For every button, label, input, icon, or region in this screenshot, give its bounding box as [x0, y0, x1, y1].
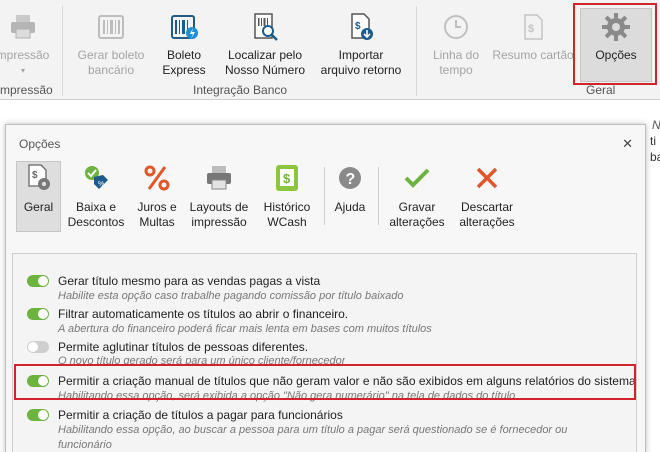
- card-summary-icon: $: [516, 10, 550, 44]
- option-label: Permitir a criação de títulos a pagar pa…: [58, 408, 343, 422]
- barcode-icon: [94, 10, 128, 44]
- option-label: Filtrar automaticamente os títulos ao ab…: [58, 307, 349, 321]
- tab-historico-label: Histórico WCash: [263, 200, 311, 229]
- tab-historico-wcash[interactable]: $ Histórico WCash: [258, 161, 316, 230]
- boleto-express-icon: [167, 10, 201, 44]
- option-description: Habilite esta opção caso trabalhe pagand…: [58, 290, 404, 302]
- boleto-express-button[interactable]: Boleto Express: [156, 10, 212, 78]
- options-panel: Gerar título mesmo para as vendas pagas …: [12, 253, 637, 452]
- svg-text:$: $: [32, 170, 38, 181]
- wcash-icon: $: [270, 161, 304, 195]
- svg-text:?: ?: [346, 171, 356, 188]
- options-dialog: Opções ✕ $ Geral % Baixa e Descontos Jur…: [5, 124, 646, 452]
- option-description: Habilitando essa opção, ao buscar a pess…: [58, 424, 568, 436]
- discount-icon: %: [79, 161, 113, 195]
- tab-baixa-descontos[interactable]: % Baixa e Descontos: [66, 161, 126, 230]
- help-label: Ajuda: [334, 200, 366, 214]
- toggle-switch[interactable]: [27, 275, 49, 287]
- tab-geral-label: Geral: [23, 200, 54, 214]
- percent-icon: [140, 161, 174, 195]
- option-description: A abertura do financeiro poderá ficar ma…: [58, 323, 432, 335]
- boleto-express-label: Boleto Express: [162, 48, 206, 77]
- import-file-icon: $: [344, 10, 378, 44]
- group-integracao-banco: Integração Banco: [193, 83, 288, 97]
- svg-text:%: %: [98, 181, 104, 188]
- help-icon: ?: [333, 161, 367, 195]
- linha-do-tempo-button[interactable]: Linha do tempo: [428, 10, 484, 78]
- search-document-icon: [248, 10, 282, 44]
- option-description-cont: funcionário: [58, 439, 112, 451]
- background-cell: ba: [650, 150, 660, 164]
- tab-juros-label: Juros e Multas: [137, 200, 177, 229]
- tab-layouts-label: Layouts de impressão: [189, 200, 249, 229]
- help-button[interactable]: ? Ajuda: [330, 161, 370, 215]
- check-icon: [400, 161, 434, 195]
- divider: [324, 167, 325, 225]
- printer-icon: [6, 10, 40, 44]
- opcoes-highlight: [573, 3, 657, 85]
- discard-changes-button[interactable]: Descartar alterações: [456, 161, 518, 230]
- toggle-switch[interactable]: [27, 341, 49, 353]
- highlight-box: [14, 364, 636, 400]
- gerar-boleto-label: Gerar boleto bancário: [77, 48, 145, 77]
- divider: [378, 167, 379, 225]
- ribbon: mpressão ▾ mpressão Gerar boleto bancári…: [0, 0, 660, 100]
- toggle-switch[interactable]: [27, 409, 49, 421]
- group-impressao: mpressão: [0, 83, 53, 97]
- divider: [62, 6, 63, 96]
- tab-baixa-label: Baixa e Descontos: [67, 200, 125, 229]
- linha-do-tempo-label: Linha do tempo: [432, 48, 480, 77]
- close-icon[interactable]: ✕: [622, 136, 633, 152]
- svg-text:$: $: [283, 171, 291, 186]
- resumo-cartao-label: Resumo cartão: [492, 48, 574, 62]
- background-column-header: N: [652, 118, 660, 132]
- group-geral: Geral: [586, 83, 616, 97]
- toggle-switch[interactable]: [27, 308, 49, 320]
- background-cell: ti: [650, 134, 656, 148]
- option-label: Gerar título mesmo para as vendas pagas …: [58, 274, 321, 288]
- printer-icon: [202, 161, 236, 195]
- localizar-button[interactable]: Localizar pelo Nosso Número: [220, 10, 310, 78]
- tab-layouts[interactable]: Layouts de impressão: [186, 161, 252, 230]
- close-x-icon: [470, 161, 504, 195]
- general-settings-icon: $: [22, 161, 56, 195]
- tab-geral[interactable]: $ Geral: [16, 161, 61, 215]
- dropdown-arrow: ▾: [20, 66, 25, 75]
- divider: [416, 6, 417, 96]
- gerar-boleto-button[interactable]: Gerar boleto bancário: [74, 10, 148, 78]
- tab-juros-multas[interactable]: Juros e Multas: [132, 161, 182, 230]
- svg-text:$: $: [528, 23, 534, 35]
- clock-icon: [439, 10, 473, 44]
- svg-text:$: $: [355, 21, 361, 32]
- option-label: Permite aglutinar títulos de pessoas dif…: [58, 340, 309, 354]
- discard-changes-label: Descartar alterações: [459, 200, 515, 229]
- save-changes-button[interactable]: Gravar alterações: [386, 161, 448, 230]
- localizar-label: Localizar pelo Nosso Número: [224, 48, 306, 77]
- importar-button[interactable]: $ Importar arquivo retorno: [318, 10, 404, 78]
- impressao-button[interactable]: mpressão ▾: [0, 10, 52, 78]
- save-changes-label: Gravar alterações: [389, 200, 445, 229]
- resumo-cartao-button[interactable]: $ Resumo cartão: [492, 10, 574, 63]
- dialog-title: Opções: [19, 137, 61, 151]
- impressao-label: mpressão: [0, 48, 50, 62]
- importar-label: Importar arquivo retorno: [320, 48, 402, 77]
